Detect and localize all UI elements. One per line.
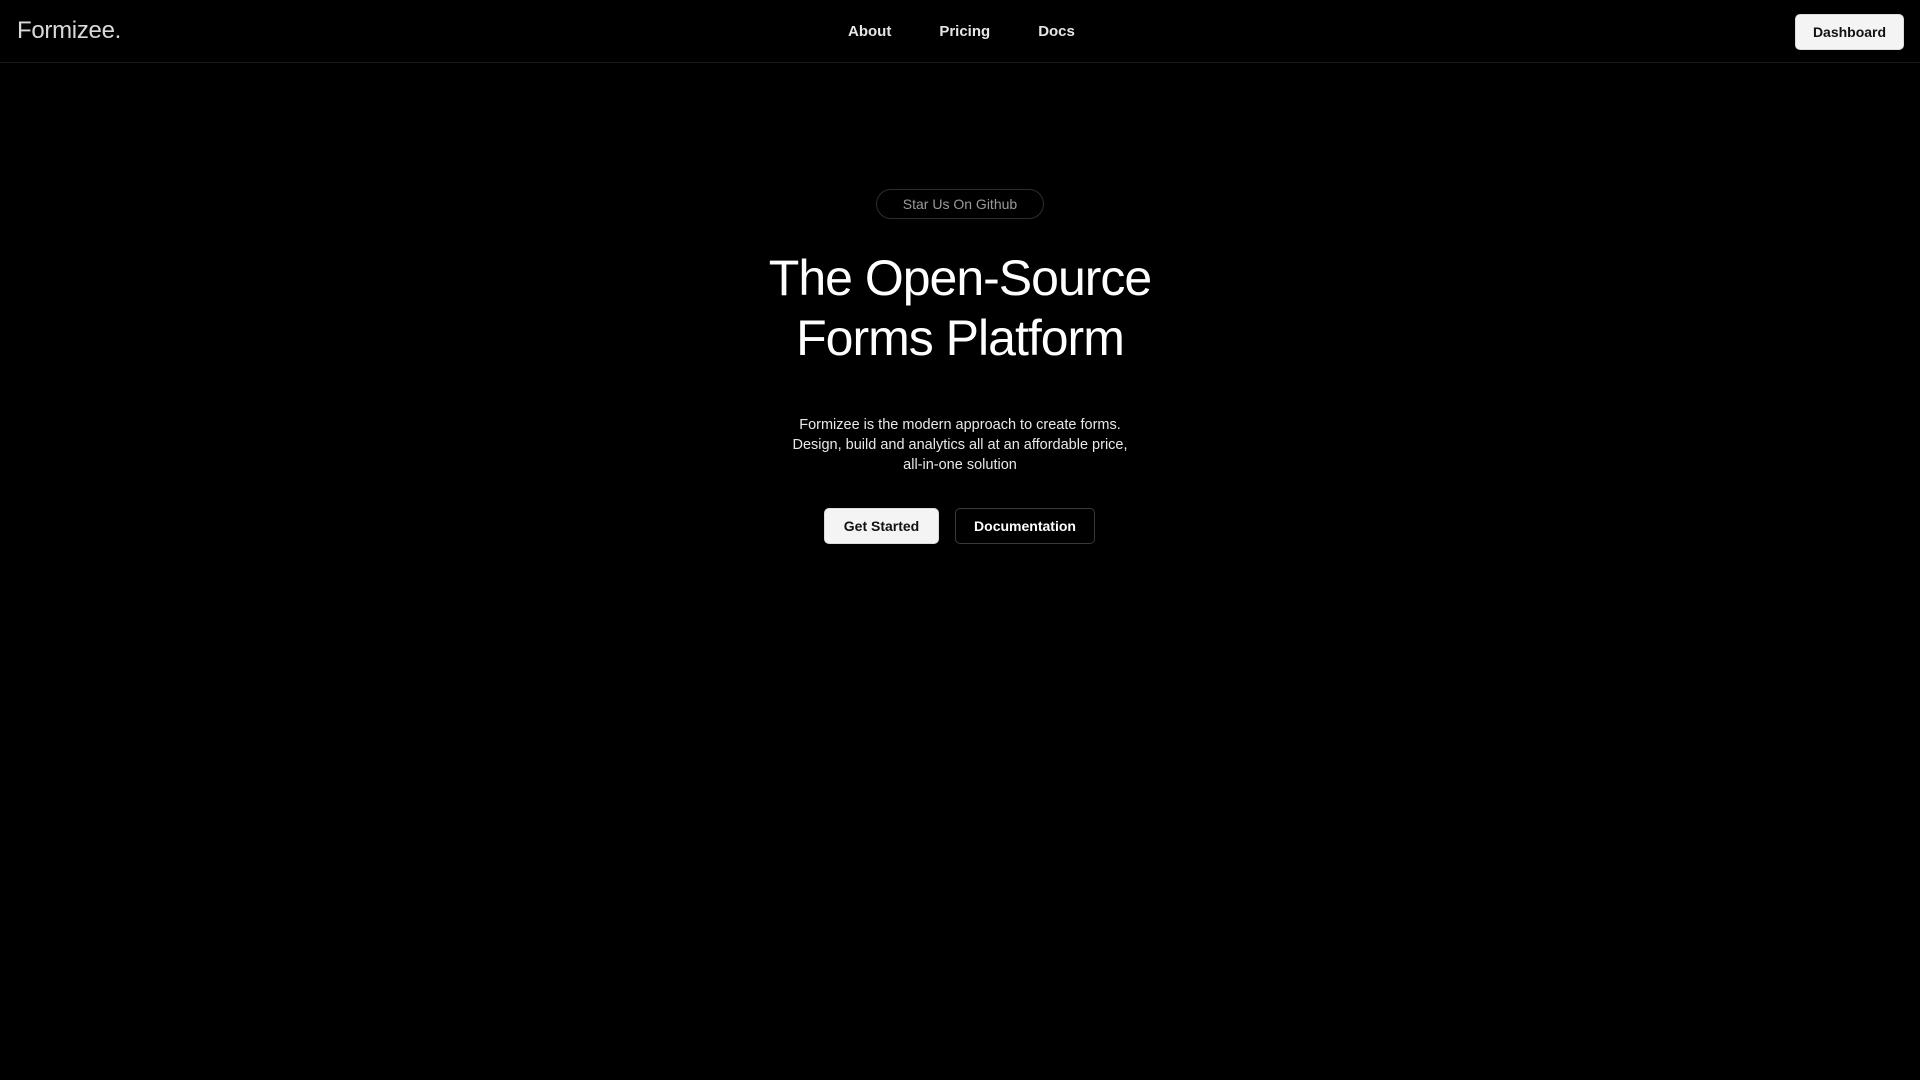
nav-link-about[interactable]: About	[848, 22, 891, 42]
main-nav: About Pricing Docs	[848, 22, 1075, 42]
hero-subtitle: Formizee is the modern approach to creat…	[660, 415, 1260, 475]
hero-subtitle-line-3: all-in-one solution	[903, 456, 1017, 473]
hero-subtitle-line-1: Formizee is the modern approach to creat…	[799, 416, 1121, 433]
nav-link-pricing[interactable]: Pricing	[939, 22, 990, 42]
hero-title: The Open-Source Forms Platform	[560, 248, 1360, 368]
hero-title-line-2: Forms Platform	[796, 310, 1125, 366]
documentation-button[interactable]: Documentation	[955, 508, 1095, 544]
brand-logo[interactable]: Formizee.	[17, 16, 121, 46]
get-started-button[interactable]: Get Started	[824, 508, 939, 544]
hero-title-line-1: The Open-Source	[768, 250, 1152, 306]
hero-cta-group: Get Started Documentation	[824, 508, 1095, 544]
dashboard-button[interactable]: Dashboard	[1795, 14, 1904, 50]
top-navigation-bar: Formizee. About Pricing Docs Dashboard	[0, 0, 1920, 63]
nav-link-docs[interactable]: Docs	[1038, 22, 1075, 42]
hero-subtitle-line-2: Design, build and analytics all at an af…	[792, 436, 1128, 453]
star-on-github-link[interactable]: Star Us On Github	[876, 189, 1044, 219]
